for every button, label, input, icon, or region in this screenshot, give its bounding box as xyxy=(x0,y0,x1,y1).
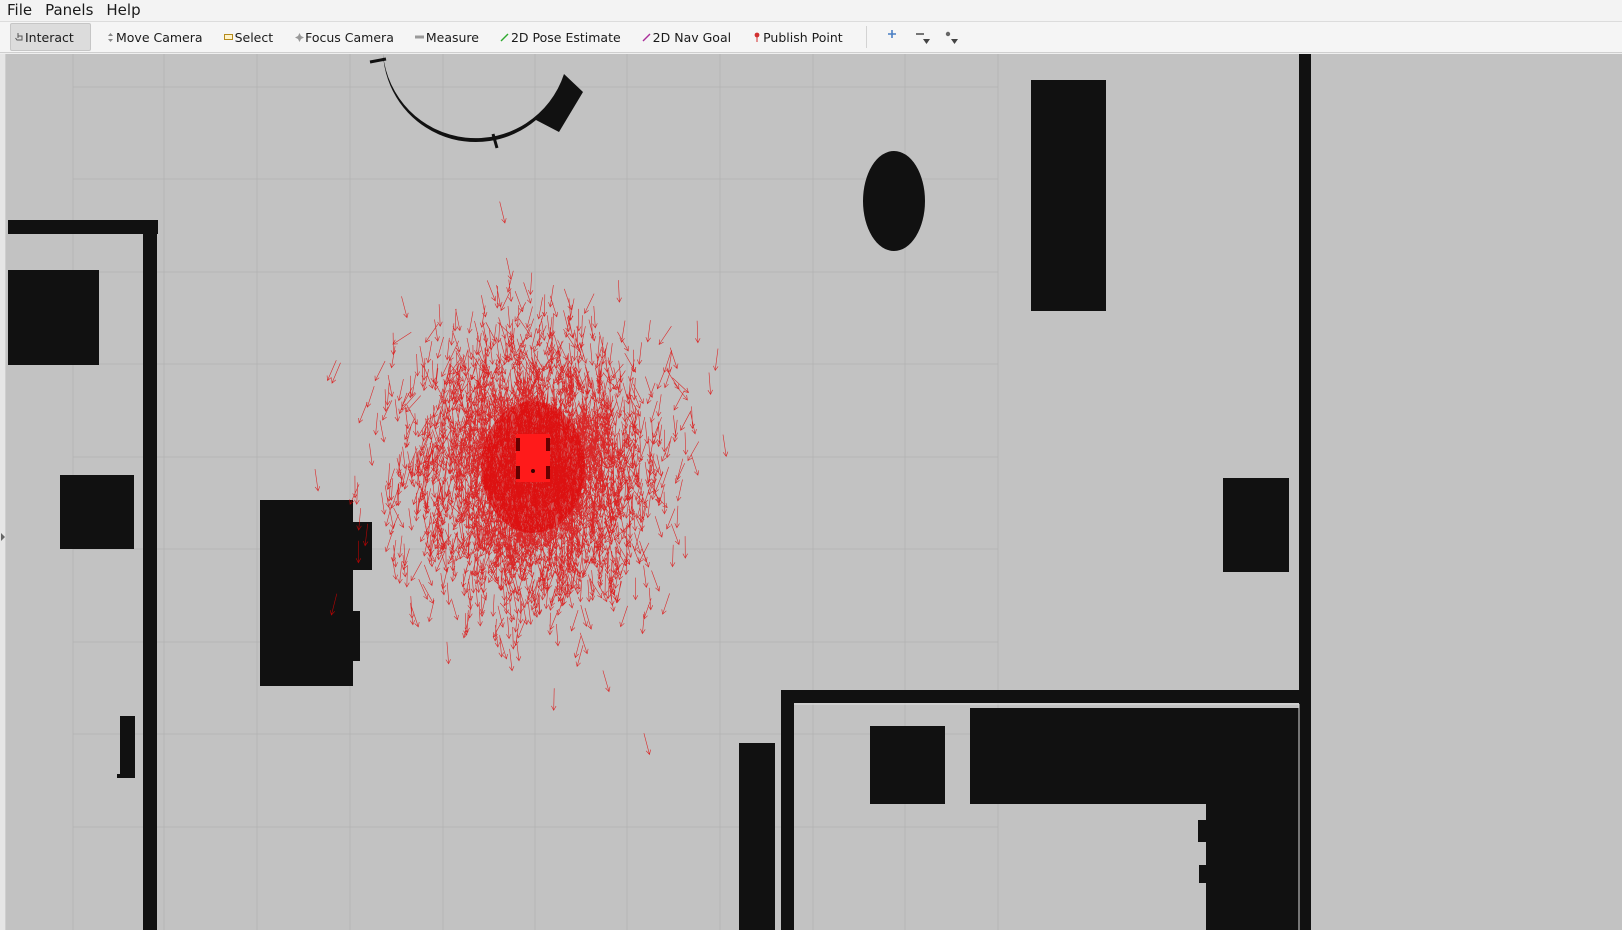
measure-icon xyxy=(415,31,425,43)
obstacle-block xyxy=(781,690,1308,703)
menu-bar: File Panels Help xyxy=(0,0,1622,21)
robot-body xyxy=(516,434,550,482)
robot-wheel xyxy=(546,438,550,451)
focus-camera-tool-label: Focus Camera xyxy=(305,29,394,45)
obstacle-block xyxy=(1199,865,1209,883)
occupancy-map xyxy=(8,54,1311,930)
interact-tool-label: Interact xyxy=(25,29,74,45)
add-tool-plus-icon xyxy=(887,24,896,41)
2d-pose-estimate-tool-button[interactable]: 2D Pose Estimate xyxy=(496,23,628,51)
nav-goal-arrow-icon xyxy=(642,31,652,43)
robot-wheel xyxy=(516,466,520,479)
remove-tool-button[interactable] xyxy=(909,24,931,50)
obstacle-block xyxy=(1031,80,1106,311)
robot-wheel xyxy=(516,438,520,451)
obstacle-block xyxy=(8,220,158,234)
2d-pose-estimate-tool-label: 2D Pose Estimate xyxy=(510,29,621,45)
obstacle-block xyxy=(1198,820,1208,842)
hand-pointer-icon xyxy=(14,31,24,43)
move-camera-tool-button[interactable]: Move Camera xyxy=(101,23,210,51)
publish-point-pin-icon xyxy=(752,31,762,43)
obstacle-edge xyxy=(369,57,387,64)
robot-wheel xyxy=(546,466,550,479)
select-tool-button[interactable]: Select xyxy=(220,23,281,51)
tools-toolbar: Interact Move Camera Select Focus Camera… xyxy=(0,21,1622,53)
collapse-arrow-icon xyxy=(1,526,5,545)
toolbar-separator xyxy=(865,26,867,48)
move-camera-icon xyxy=(105,31,115,43)
pose-estimate-arrow-icon xyxy=(500,31,510,43)
focus-camera-tool-button[interactable]: Focus Camera xyxy=(290,23,401,51)
select-rect-icon xyxy=(224,31,234,43)
move-camera-tool-label: Move Camera xyxy=(116,29,203,45)
obstacle-block xyxy=(350,611,360,661)
obstacle-block xyxy=(60,475,134,549)
obstacle-block xyxy=(1206,799,1301,930)
map-obstacles xyxy=(8,54,1311,930)
obstacle-block xyxy=(781,690,794,930)
robot-model xyxy=(516,434,550,482)
3d-render-viewport[interactable] xyxy=(6,54,1622,930)
tool-properties-button[interactable] xyxy=(937,24,959,50)
obstacle-block xyxy=(120,716,135,774)
robot-origin-marker xyxy=(531,469,535,473)
measure-tool-button[interactable]: Measure xyxy=(411,23,486,51)
obstacle-block xyxy=(143,220,157,930)
menu-help[interactable]: Help xyxy=(99,0,146,21)
measure-tool-label: Measure xyxy=(425,29,479,45)
round-obstacle xyxy=(863,151,925,251)
obstacle-block xyxy=(350,522,372,570)
obstacle-block xyxy=(8,270,99,365)
obstacle-block xyxy=(870,726,945,804)
round-table-obstacle xyxy=(383,54,583,143)
menu-file[interactable]: File xyxy=(0,0,38,21)
chevron-down-icon xyxy=(950,32,958,47)
focus-camera-icon xyxy=(294,31,304,43)
interact-tool-button[interactable]: Interact xyxy=(10,23,91,51)
select-tool-label: Select xyxy=(234,29,274,45)
obstacle-block xyxy=(970,708,1301,804)
chevron-down-icon xyxy=(922,32,930,47)
add-tool-button[interactable] xyxy=(881,24,903,50)
menu-panels[interactable]: Panels xyxy=(38,0,99,21)
publish-point-tool-button[interactable]: Publish Point xyxy=(748,23,850,51)
2d-nav-goal-tool-label: 2D Nav Goal xyxy=(652,29,732,45)
obstacle-block xyxy=(117,774,135,778)
obstacle-block xyxy=(260,500,353,686)
2d-nav-goal-tool-button[interactable]: 2D Nav Goal xyxy=(638,23,738,51)
publish-point-tool-label: Publish Point xyxy=(763,29,843,45)
obstacle-block xyxy=(739,743,775,930)
obstacle-block xyxy=(1223,478,1289,572)
